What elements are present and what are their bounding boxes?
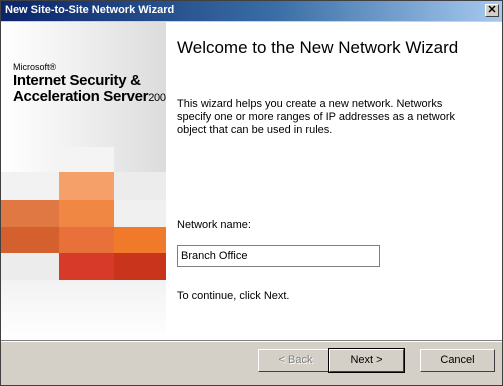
back-button[interactable]: < Back [258, 349, 333, 372]
brand-product-line1: Internet Security & [13, 72, 141, 89]
next-button-label: Next > [350, 354, 383, 366]
banner-panel: Microsoft® Internet Security & Accelerat… [1, 22, 166, 340]
continue-instruction: To continue, click Next. [177, 290, 290, 302]
network-name-input[interactable] [177, 245, 380, 267]
network-name-label: Network name: [177, 219, 251, 231]
close-icon: ✕ [487, 4, 497, 16]
title-bar[interactable]: New Site-to-Site Network Wizard ✕ [1, 1, 502, 21]
close-button[interactable]: ✕ [485, 4, 499, 17]
brand-product-line2: Acceleration Server2004 [13, 88, 166, 105]
page-title: Welcome to the New Network Wizard [177, 38, 459, 57]
brand-year: 2004 [148, 92, 166, 104]
brand-product-name: Acceleration Server [13, 88, 149, 105]
cancel-button-label: Cancel [440, 354, 475, 366]
footer-divider-highlight [1, 341, 502, 342]
window-title: New Site-to-Site Network Wizard [5, 4, 175, 16]
brand-company: Microsoft® [13, 62, 57, 72]
next-button[interactable]: Next > [328, 348, 405, 373]
wizard-window: New Site-to-Site Network Wizard ✕ Micros… [0, 0, 503, 386]
wizard-description: This wizard helps you create a new netwo… [177, 98, 455, 136]
wizard-content: Microsoft® Internet Security & Accelerat… [1, 22, 502, 340]
back-button-label: < Back [278, 354, 313, 366]
cancel-button[interactable]: Cancel [420, 349, 495, 372]
wizard-main: Welcome to the New Network Wizard This w… [166, 22, 502, 340]
